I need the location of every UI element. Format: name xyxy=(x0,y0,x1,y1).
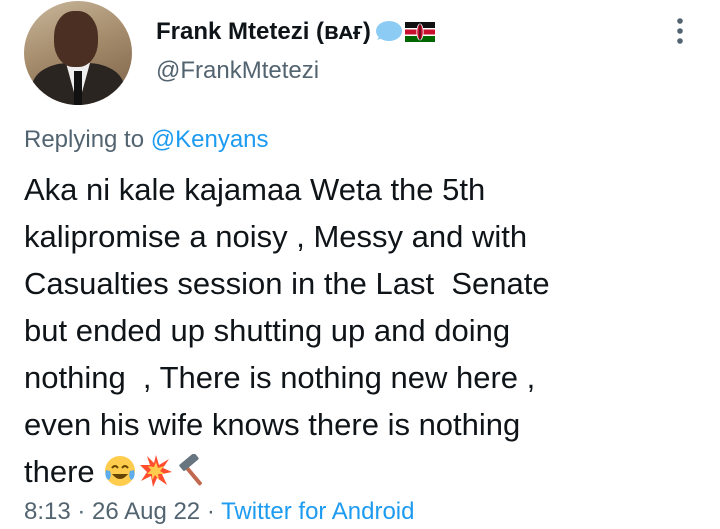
tweet-line: kalipromise a noisy , Messy and with xyxy=(24,219,528,254)
tweet-line: there xyxy=(24,454,104,489)
tweet-line: even his wife knows there is nothing xyxy=(24,407,521,442)
hammer-icon xyxy=(179,454,203,486)
author-name-text: Frank Mtetezi xyxy=(156,18,310,45)
author-name[interactable]: Frank Mtetezi (ʙᴀғ) xyxy=(156,18,371,46)
meta-separator: · xyxy=(200,498,222,525)
tweet-line: Aka ni kale kajamaa Weta the 5th xyxy=(24,172,486,207)
replying-to-label: Replying to xyxy=(24,126,151,153)
replying-to: Replying to @Kenyans xyxy=(24,126,269,154)
author-badge: (ʙᴀғ) xyxy=(316,18,371,45)
tweet-line: nothing , There is nothing new here , xyxy=(24,360,536,395)
tweet-line: but ended up shutting up and doing xyxy=(24,313,511,348)
speech-bubble-icon xyxy=(375,21,402,41)
avatar-face xyxy=(54,11,98,67)
name-emojis xyxy=(373,20,435,44)
kenya-flag-icon xyxy=(404,22,435,42)
tweet-text: Aka ni kale kajamaa Weta the 5th kalipro… xyxy=(24,166,704,495)
face-with-tears-of-joy-icon xyxy=(105,456,136,486)
author-row[interactable]: Frank Mtetezi (ʙᴀғ) xyxy=(156,14,435,50)
tweet-date[interactable]: 26 Aug 22 xyxy=(92,498,200,525)
avatar-tie xyxy=(74,71,82,105)
tweet-line: Casualties session in the Last Senate xyxy=(24,266,550,301)
avatar[interactable] xyxy=(24,1,132,105)
tweet-source-link[interactable]: Twitter for Android xyxy=(221,498,414,525)
author-handle[interactable]: @FrankMtetezi xyxy=(156,57,319,85)
tweet-meta: 8:13 · 26 Aug 22 · Twitter for Android xyxy=(24,498,414,526)
reply-target-link[interactable]: @Kenyans xyxy=(151,126,269,153)
collision-icon xyxy=(140,455,173,487)
more-vertical-icon[interactable] xyxy=(666,16,694,46)
meta-separator: · xyxy=(70,498,93,525)
tweet-time[interactable]: 8:13 xyxy=(24,498,71,525)
